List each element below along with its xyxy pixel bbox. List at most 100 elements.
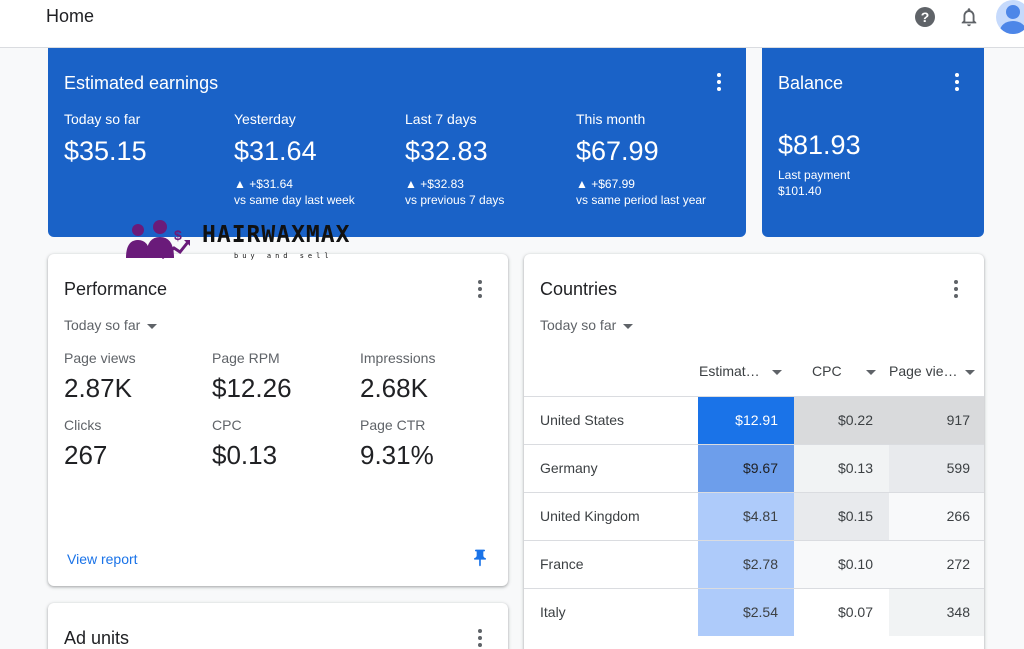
performance-period-label: Today so far: [64, 317, 141, 333]
earnings-last-7-days-compare: vs previous 7 days: [405, 193, 505, 207]
metric-impressions: Impressions 2.68K: [360, 350, 500, 404]
earnings-this-month-change: ▲ +$67.99: [576, 177, 635, 191]
column-header-cpc[interactable]: CPC: [812, 363, 876, 379]
metric-impressions-label: Impressions: [360, 350, 436, 366]
metric-clicks-value: 267: [64, 440, 108, 470]
countries-card: Countries Today so far Estimat… CPC Page…: [524, 254, 984, 649]
last-payment-value: $101.40: [778, 184, 822, 198]
earnings-today-label: Today so far: [64, 111, 141, 127]
account-avatar[interactable]: [996, 0, 1024, 34]
chevron-down-icon: [147, 323, 158, 329]
top-app-bar: Home ?: [0, 0, 1024, 48]
row-page-views: 266: [889, 493, 984, 540]
row-page-views: 272: [889, 541, 984, 588]
row-cpc: $0.07: [794, 589, 889, 636]
estimated-earnings-card: Estimated earnings Today so far $35.15 Y…: [48, 48, 746, 237]
performance-more-icon[interactable]: [470, 279, 490, 299]
pin-icon[interactable]: [470, 548, 490, 568]
ad-units-title: Ad units: [64, 628, 130, 648]
earnings-today: Today so far $35.15: [64, 111, 234, 167]
row-earnings: $4.81: [698, 493, 794, 540]
metric-page-ctr-label: Page CTR: [360, 417, 426, 433]
metric-page-views-label: Page views: [64, 350, 136, 366]
column-header-cpc-label: CPC: [812, 363, 842, 379]
table-row[interactable]: France $2.78 $0.10 272: [524, 540, 984, 588]
avatar-body: [1000, 21, 1024, 34]
watermark-tagline: buy and sell: [234, 252, 333, 260]
metric-page-rpm: Page RPM $12.26: [212, 350, 352, 404]
earnings-this-month-label: This month: [576, 111, 646, 127]
row-page-views: 599: [889, 445, 984, 492]
earnings-last-7-days: Last 7 days $32.83 ▲ +$32.83 vs previous…: [405, 111, 575, 208]
earnings-today-value: $35.15: [64, 136, 147, 166]
table-row[interactable]: Italy $2.54 $0.07 348: [524, 588, 984, 636]
performance-title: Performance: [64, 279, 168, 299]
earnings-yesterday-change: ▲ +$31.64: [234, 177, 293, 191]
sort-icon: [965, 369, 976, 375]
row-cpc: $0.10: [794, 541, 889, 588]
notifications-icon[interactable]: [958, 6, 980, 28]
performance-period-dropdown[interactable]: Today so far: [64, 317, 158, 333]
metric-clicks-label: Clicks: [64, 417, 102, 433]
earnings-last-7-days-label: Last 7 days: [405, 111, 477, 127]
earnings-this-month-value: $67.99: [576, 136, 659, 166]
metric-page-ctr-value: 9.31%: [360, 440, 434, 470]
performance-card: Performance Today so far Page views 2.87…: [48, 254, 508, 586]
earnings-yesterday-label: Yesterday: [234, 111, 296, 127]
earnings-last-7-days-change: ▲ +$32.83: [405, 177, 464, 191]
view-report-link[interactable]: View report: [67, 551, 138, 567]
metric-page-views: Page views 2.87K: [64, 350, 204, 404]
sort-icon: [865, 369, 876, 375]
metric-cpc: CPC $0.13: [212, 417, 352, 471]
balance-card: Balance $81.93 Last payment $101.40: [762, 48, 984, 237]
countries-period-label: Today so far: [540, 317, 617, 333]
balance-value: $81.93: [778, 130, 861, 160]
table-row[interactable]: United States $12.91 $0.22 917: [524, 396, 984, 444]
row-country: France: [540, 556, 584, 572]
earnings-yesterday-value: $31.64: [234, 136, 317, 166]
help-icon[interactable]: ?: [915, 7, 935, 27]
row-cpc: $0.13: [794, 445, 889, 492]
ad-units-more-icon[interactable]: [470, 628, 490, 648]
countries-title: Countries: [540, 279, 618, 299]
metric-impressions-value: 2.68K: [360, 373, 428, 403]
metric-page-ctr: Page CTR 9.31%: [360, 417, 500, 471]
chevron-down-icon: [623, 323, 634, 329]
earnings-more-icon[interactable]: [709, 72, 729, 92]
earnings-this-month: This month $67.99 ▲ +$67.99 vs same peri…: [576, 111, 746, 208]
avatar-head: [1006, 5, 1020, 19]
earnings-this-month-compare: vs same period last year: [576, 193, 707, 207]
sort-icon: [771, 369, 782, 375]
last-payment-label: Last payment: [778, 168, 851, 182]
column-header-earnings[interactable]: Estimat…: [699, 363, 782, 379]
watermark-logo: $ HAIRWAXMAX buy and sell: [124, 218, 384, 266]
row-country: Germany: [540, 460, 598, 476]
balance-more-icon[interactable]: [947, 72, 967, 92]
earnings-yesterday-compare: vs same day last week: [234, 193, 355, 207]
ad-units-card: Ad units: [48, 603, 508, 649]
row-earnings: $9.67: [698, 445, 794, 492]
row-page-views: 917: [889, 397, 984, 444]
metric-cpc-label: CPC: [212, 417, 242, 433]
column-header-earnings-label: Estimat…: [699, 363, 760, 379]
countries-more-icon[interactable]: [946, 279, 966, 299]
balance-title: Balance: [778, 73, 844, 93]
row-country: United Kingdom: [540, 508, 640, 524]
table-row[interactable]: Germany $9.67 $0.13 599: [524, 444, 984, 492]
svg-text:$: $: [174, 227, 182, 243]
countries-period-dropdown[interactable]: Today so far: [540, 317, 634, 333]
earnings-last-7-days-value: $32.83: [405, 136, 488, 166]
row-cpc: $0.22: [794, 397, 889, 444]
row-page-views: 348: [889, 589, 984, 636]
estimated-earnings-title: Estimated earnings: [64, 73, 219, 93]
row-country: Italy: [540, 604, 566, 620]
row-earnings: $2.78: [698, 541, 794, 588]
row-earnings: $12.91: [698, 397, 794, 444]
earnings-yesterday: Yesterday $31.64 ▲ +$31.64 vs same day l…: [234, 111, 404, 208]
column-header-page-views-label: Page vie…: [889, 363, 958, 379]
people-dollar-icon: $: [126, 220, 190, 260]
column-header-page-views[interactable]: Page vie…: [889, 363, 976, 379]
metric-page-rpm-value: $12.26: [212, 373, 292, 403]
metric-page-rpm-label: Page RPM: [212, 350, 280, 366]
table-row[interactable]: United Kingdom $4.81 $0.15 266: [524, 492, 984, 540]
